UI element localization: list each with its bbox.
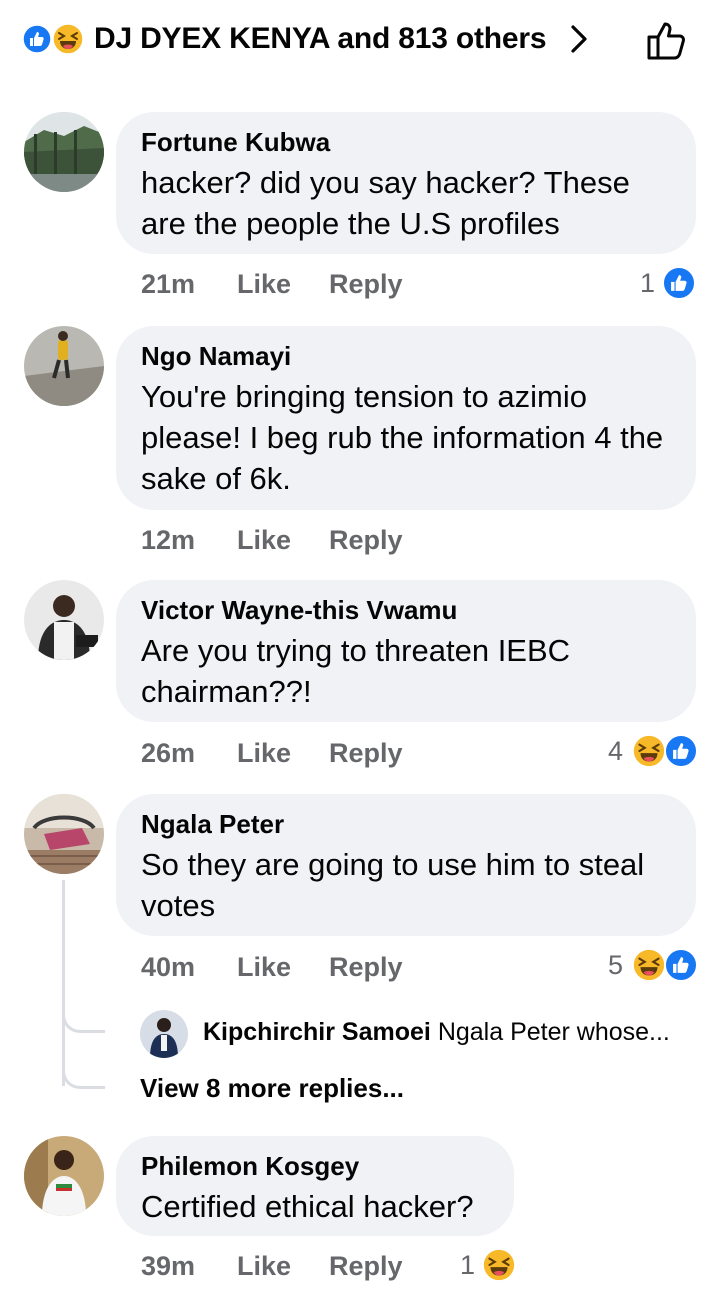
- comment-bubble[interactable]: Ngala Peter So they are going to use him…: [116, 794, 696, 936]
- reaction-count: 1: [640, 268, 656, 298]
- comment-actions: 40m Like Reply: [141, 951, 403, 983]
- comment-text: So they are going to use him to steal vo…: [141, 847, 645, 923]
- avatar[interactable]: [24, 794, 104, 874]
- reaction-count: 4: [608, 736, 624, 766]
- comment-author[interactable]: Philemon Kosgey: [141, 1150, 488, 1182]
- comment-author[interactable]: Ngo Namayi: [141, 340, 670, 372]
- reactions-header[interactable]: DJ DYEX KENYA and 813 others: [0, 0, 720, 80]
- like-button[interactable]: Like: [237, 524, 329, 556]
- like-button[interactable]: Like: [237, 951, 329, 983]
- comment-actions: 12m Like Reply: [141, 524, 403, 556]
- reply-button[interactable]: Reply: [329, 524, 403, 556]
- comment-bubble[interactable]: Victor Wayne-this Vwamu Are you trying t…: [116, 580, 696, 722]
- reply-button[interactable]: Reply: [329, 1250, 403, 1282]
- reaction-count: 5: [608, 950, 624, 980]
- comment-reactions[interactable]: 5: [606, 948, 698, 982]
- comment-reactions[interactable]: 1: [636, 266, 696, 300]
- comment-time: 40m: [141, 952, 196, 982]
- thread-branch: [62, 1046, 105, 1089]
- thread-branch: [62, 990, 105, 1033]
- comment-actions: 26m Like Reply: [141, 737, 403, 769]
- chevron-right-icon[interactable]: [566, 22, 592, 56]
- haha-reaction-icon: [52, 23, 84, 55]
- comment-text: You're bringing tension to azimio please…: [141, 379, 664, 496]
- reply-button[interactable]: Reply: [329, 951, 403, 983]
- reply-button[interactable]: Reply: [329, 268, 403, 300]
- reply-button[interactable]: Reply: [329, 737, 403, 769]
- reply-preview[interactable]: Kipchirchir Samoei Ngala Peter whose...: [203, 1016, 670, 1048]
- comment-author[interactable]: Victor Wayne-this Vwamu: [141, 594, 670, 626]
- comment-time: 21m: [141, 269, 196, 299]
- comment-time: 39m: [141, 1251, 196, 1281]
- avatar[interactable]: [140, 1010, 188, 1058]
- haha-reaction-icon: [632, 734, 666, 768]
- comment-bubble[interactable]: Fortune Kubwa hacker? did you say hacker…: [116, 112, 696, 254]
- comment-time: 26m: [141, 738, 196, 768]
- comment-actions: 39m Like Reply: [141, 1250, 403, 1282]
- haha-reaction-icon: [482, 1248, 516, 1282]
- comment-bubble[interactable]: Ngo Namayi You're bringing tension to az…: [116, 326, 696, 510]
- comment-text: Are you trying to threaten IEBC chairman…: [141, 633, 571, 709]
- like-reaction-icon: [662, 266, 696, 300]
- thumbs-up-outline-icon[interactable]: [644, 18, 690, 62]
- reaction-count: 1: [460, 1250, 476, 1280]
- comment-reactions[interactable]: 4: [606, 734, 698, 768]
- reactors-summary[interactable]: DJ DYEX KENYA and 813 others: [94, 20, 547, 58]
- like-reaction-icon: [22, 24, 52, 54]
- comment-author[interactable]: Ngala Peter: [141, 808, 670, 840]
- like-reaction-icon: [664, 948, 698, 982]
- comment-time: 12m: [141, 525, 196, 555]
- haha-reaction-icon: [632, 948, 666, 982]
- avatar-photo: [140, 1010, 188, 1058]
- comment-text: Certified ethical hacker?: [141, 1189, 474, 1224]
- comment-actions: 21m Like Reply: [141, 268, 403, 300]
- like-button[interactable]: Like: [237, 1250, 329, 1282]
- avatar-photo: [24, 326, 104, 406]
- comment-author[interactable]: Fortune Kubwa: [141, 126, 670, 158]
- avatar-photo: [24, 1136, 104, 1216]
- like-button[interactable]: Like: [237, 737, 329, 769]
- reply-text: Ngala Peter whose...: [437, 1018, 670, 1046]
- like-reaction-icon: [664, 734, 698, 768]
- comment-bubble[interactable]: Philemon Kosgey Certified ethical hacker…: [116, 1136, 514, 1236]
- avatar[interactable]: [24, 580, 104, 660]
- comment-text: hacker? did you say hacker? These are th…: [141, 165, 630, 241]
- like-button[interactable]: Like: [237, 268, 329, 300]
- view-more-replies-link[interactable]: View 8 more replies...: [140, 1072, 404, 1104]
- reply-author[interactable]: Kipchirchir Samoei: [203, 1018, 431, 1046]
- comment-reactions[interactable]: 1: [458, 1248, 518, 1282]
- avatar-photo: [24, 794, 104, 874]
- avatar[interactable]: [24, 112, 104, 192]
- avatar[interactable]: [24, 326, 104, 406]
- avatar-photo: [24, 112, 104, 192]
- avatar-photo: [24, 580, 104, 660]
- avatar[interactable]: [24, 1136, 104, 1216]
